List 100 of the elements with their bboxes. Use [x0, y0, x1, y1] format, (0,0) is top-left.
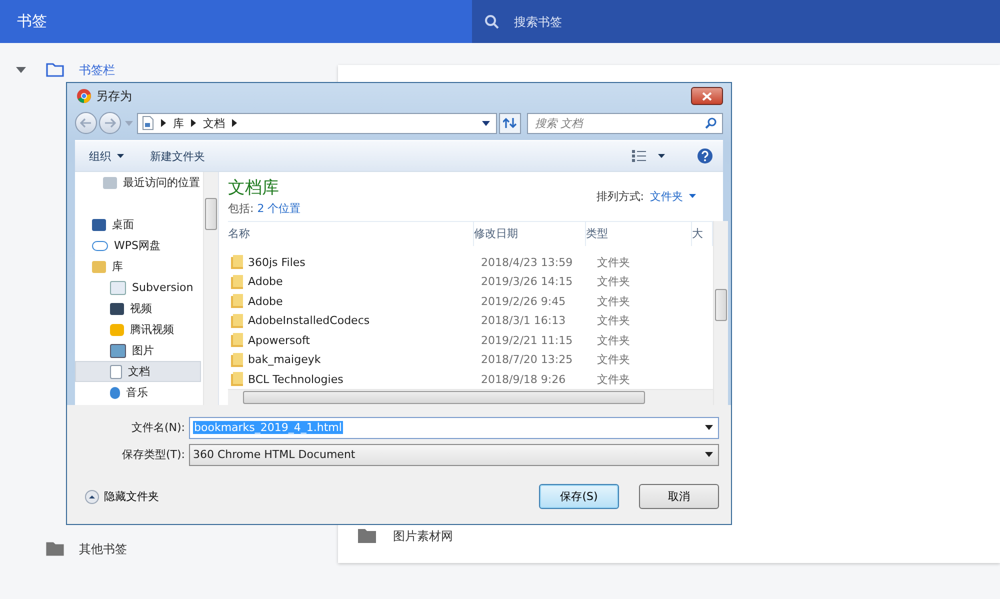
dialog-button[interactable]: 取消	[639, 484, 719, 509]
nav-item[interactable]: 桌面	[75, 214, 201, 235]
table-cell-text: 2018/3/1 16:13	[480, 313, 567, 330]
back-arrow-icon	[80, 118, 92, 128]
bookmark-item[interactable]: 图片素材网	[393, 528, 453, 544]
search-icon	[705, 117, 717, 129]
table-cell-text: 2018/9/18 9:26	[480, 372, 567, 388]
folder-icon	[231, 294, 243, 308]
close-icon	[702, 92, 712, 100]
folder-icon	[46, 542, 64, 556]
search-input[interactable]: 搜索 文档	[533, 116, 705, 130]
table-cell-text: 文件夹	[596, 274, 631, 290]
dropdown-icon	[705, 425, 713, 430]
table-cell-text: 文件夹	[596, 313, 631, 330]
column-header[interactable]: 修改日期	[474, 222, 586, 246]
scrollbar[interactable]	[203, 172, 218, 405]
app-title: 书签	[16, 12, 48, 31]
help-icon[interactable]	[697, 148, 713, 164]
back-button[interactable]	[75, 112, 97, 134]
file-name[interactable]: bak_maigeyk	[228, 350, 476, 370]
nav-item[interactable]: 腾讯视频	[75, 319, 201, 340]
folder-icon	[231, 333, 243, 348]
column-header[interactable]: 名称	[228, 222, 474, 246]
caret-icon	[658, 154, 665, 158]
nav-item[interactable]: 最近访问的位置	[75, 172, 201, 193]
nav-icon	[92, 260, 106, 272]
table-cell-text: 2019/2/26 9:45	[480, 294, 567, 310]
table-cell-text: 2018/4/23 13:59	[480, 254, 574, 271]
address-bar[interactable]: 库 文档	[137, 112, 497, 134]
folder-icon	[358, 529, 376, 543]
refresh-button[interactable]	[499, 112, 521, 134]
chevron-icon	[232, 119, 237, 127]
dropdown-icon	[705, 452, 713, 457]
nav-icon	[110, 302, 124, 314]
table-cell-text: 2019/3/26 14:15	[480, 274, 574, 290]
table-cell-text: 2019/2/21 11:15	[480, 332, 574, 349]
hide-folders-button[interactable]: 隐藏文件夹	[85, 489, 159, 504]
document-icon	[142, 116, 154, 130]
nav-item[interactable]: 音乐	[75, 382, 201, 403]
includes-label: 包括:	[228, 202, 254, 216]
dropdown-icon[interactable]	[482, 120, 490, 126]
chevron-icon	[161, 119, 166, 127]
forward-arrow-icon	[104, 118, 116, 128]
tree-item[interactable]: 其他书签	[79, 540, 127, 558]
caret-icon	[689, 194, 696, 198]
tree-item[interactable]: 书签栏	[79, 62, 115, 78]
caret-icon	[117, 154, 124, 158]
nav-icon	[110, 324, 124, 336]
collapse-icon	[85, 490, 99, 504]
nav-item[interactable]: 视频	[75, 298, 201, 319]
nav-item[interactable]: 文档	[75, 361, 201, 382]
dialog-button[interactable]: 保存(S)	[539, 484, 619, 509]
file-name[interactable]: BCL Technologies	[228, 370, 476, 389]
scrollbar[interactable]	[713, 220, 728, 405]
chevron-icon	[191, 119, 196, 127]
toolbar-button[interactable]: 新建文件夹	[142, 146, 213, 166]
table-cell-text: 文件夹	[596, 294, 631, 310]
table-cell-text: 文件夹	[596, 332, 631, 349]
nav-icon	[92, 240, 108, 250]
table-cell-text: 2018/7/20 13:25	[480, 352, 574, 368]
file-name[interactable]: Adobe	[228, 292, 476, 311]
search-icon	[484, 14, 500, 30]
locations-link[interactable]: 2 个位置	[257, 202, 301, 216]
nav-icon	[103, 176, 117, 188]
nav-icon	[110, 386, 120, 398]
field-label: 保存类型(T):	[120, 447, 186, 462]
browser-logo-icon	[77, 89, 91, 103]
file-name[interactable]: Adobe	[228, 272, 476, 292]
nav-item[interactable]: 图片	[75, 340, 201, 361]
folder-icon	[46, 63, 64, 77]
breadcrumb[interactable]: 文档	[203, 116, 225, 130]
toolbar-button[interactable]: 组织	[81, 146, 132, 166]
table-cell-text: 文件夹	[596, 254, 631, 271]
sort-dropdown[interactable]: 文件夹	[650, 188, 696, 204]
close-button[interactable]	[691, 87, 723, 105]
file-name[interactable]: AdobeInstalledCodecs	[228, 311, 476, 330]
folder-icon	[231, 352, 243, 367]
filetype-dropdown[interactable]: 360 Chrome HTML Document	[189, 444, 719, 466]
folder-icon	[231, 372, 243, 386]
caret-icon[interactable]	[16, 67, 26, 73]
column-header[interactable]: 类型	[586, 222, 692, 246]
table-cell-text: 文件夹	[596, 352, 631, 368]
nav-item[interactable]: 库	[75, 256, 201, 277]
breadcrumb[interactable]: 库	[173, 116, 184, 130]
refresh-icon	[503, 117, 517, 129]
search-field[interactable]: 搜索书签	[512, 14, 716, 30]
search-field[interactable]: 搜索 文档	[527, 112, 723, 134]
scrollbar[interactable]	[228, 389, 713, 405]
nav-icon	[110, 280, 126, 294]
folder-icon	[231, 314, 243, 328]
nav-item[interactable]: WPS网盘	[75, 235, 201, 256]
forward-button[interactable]	[99, 112, 121, 134]
file-name[interactable]: Apowersoft	[228, 330, 476, 350]
folder-icon	[231, 274, 243, 289]
table-cell-text: 文件夹	[596, 372, 631, 388]
nav-item[interactable]: Subversion	[75, 277, 201, 298]
details-view-icon	[632, 150, 646, 162]
nav-icon	[110, 364, 122, 378]
folder-icon	[231, 255, 243, 270]
file-name[interactable]: 360js Files	[228, 252, 476, 272]
